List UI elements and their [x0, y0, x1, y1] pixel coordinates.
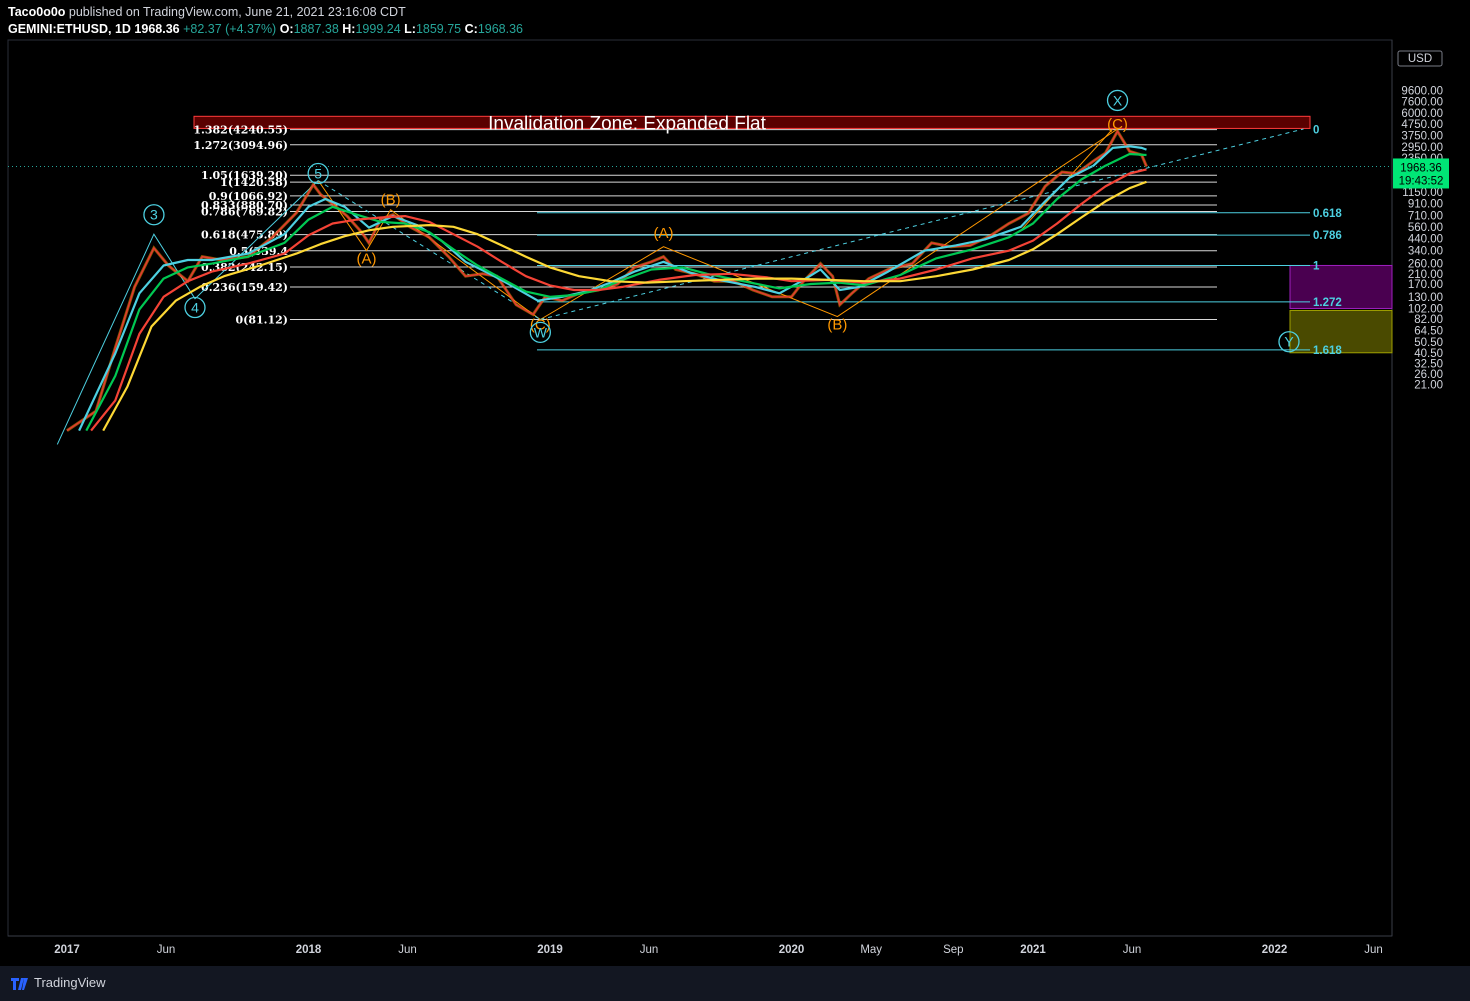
time-tick-label: 2019: [537, 944, 563, 956]
time-tick-label: Jun: [1364, 944, 1383, 956]
fib-level-label: 1.272(3094.96): [193, 139, 288, 152]
fib-extension-label: 0.618: [1313, 208, 1342, 220]
price-tick-label: 910.00: [1408, 198, 1443, 210]
currency-label[interactable]: USD: [1408, 53, 1432, 65]
wave-label: W: [534, 324, 548, 340]
wave-label: Y: [1284, 334, 1294, 350]
price-tick-label: 3750.00: [1401, 131, 1443, 143]
time-tick-label: Jun: [398, 944, 417, 956]
time-tick-label: Jun: [157, 944, 176, 956]
price-tick-label: 64.50: [1414, 325, 1443, 337]
fib-extension-label: 0: [1313, 125, 1319, 137]
price-tick-label: 170.00: [1408, 279, 1443, 291]
price-tick-label: 82.00: [1414, 314, 1443, 326]
fib-extension-label: 0.786: [1313, 230, 1342, 242]
price-tick-label: 4750.00: [1401, 119, 1443, 131]
time-tick-label: 2018: [296, 944, 322, 956]
time-axis[interactable]: 2017 Jun 2018 Jun 2019 Jun 2020 May Sep 2021 Jun 20…: [54, 944, 1383, 956]
wave-label: (A): [654, 225, 674, 242]
last-price-value: 1968.36: [1400, 162, 1442, 174]
fib-level-label: 0(81.12): [235, 313, 288, 326]
time-tick-label: Jun: [1123, 944, 1142, 956]
wave-label: (B): [827, 317, 847, 334]
price-tick-label: 9600.00: [1401, 85, 1443, 97]
time-tick-label: 2020: [779, 944, 805, 956]
tradingview-logo-icon[interactable]: [10, 975, 30, 991]
wave-label: (C): [1107, 116, 1128, 133]
fib-level-label: 0.236(159.42): [201, 281, 288, 294]
time-tick-label: 2021: [1020, 944, 1046, 956]
price-tick-label: 6000.00: [1401, 108, 1443, 120]
price-tick-label: 560.00: [1408, 222, 1443, 234]
wave-label: 5: [314, 165, 322, 181]
wave-label: 3: [150, 207, 158, 223]
time-tick-label: 2017: [54, 944, 80, 956]
price-tick-label: 7600.00: [1401, 97, 1443, 109]
fib-extension-label: 1.272: [1313, 297, 1342, 309]
price-tick-label: 340.00: [1408, 246, 1443, 258]
price-tick-label: 440.00: [1408, 233, 1443, 245]
ma-yellow-line: [102, 180, 1147, 432]
fib-level-label: 0.786(769.82): [201, 206, 288, 219]
wave-label: (A): [356, 250, 376, 267]
invalidation-zone-label: Invalidation Zone: Expanded Flat: [488, 113, 767, 134]
price-axis[interactable]: USD 9600.007600.006000.004750.003750.00 2…: [1397, 50, 1443, 391]
footer-bar: TradingView: [0, 966, 1470, 1001]
fib-level-label: 1.382(4240.55): [193, 124, 288, 137]
bar-countdown: 19:43:52: [1399, 175, 1444, 187]
w-wave-dashed: [317, 180, 541, 320]
wave-label: X: [1113, 92, 1123, 108]
brand-name[interactable]: TradingView: [34, 975, 106, 990]
time-tick-label: Jun: [640, 944, 659, 956]
fib-extension-label: 1: [1313, 260, 1320, 272]
price-tick-label: 710.00: [1408, 210, 1443, 222]
price-tick-label: 130.00: [1408, 292, 1443, 304]
fib-extension-label: 1.618: [1313, 345, 1342, 357]
price-tick-label: 21.00: [1414, 379, 1443, 391]
time-tick-label: Sep: [943, 944, 963, 956]
time-tick-label: May: [860, 944, 882, 956]
price-tick-label: 1150.00: [1402, 187, 1443, 199]
price-chart[interactable]: Invalidation Zone: Expanded Flat 1.382(4…: [0, 0, 1470, 966]
time-tick-label: 2022: [1262, 944, 1288, 956]
wave-label: (B): [381, 191, 401, 208]
wave-label: 4: [191, 300, 199, 316]
fib-level-label: 1(1420.58): [220, 176, 288, 189]
